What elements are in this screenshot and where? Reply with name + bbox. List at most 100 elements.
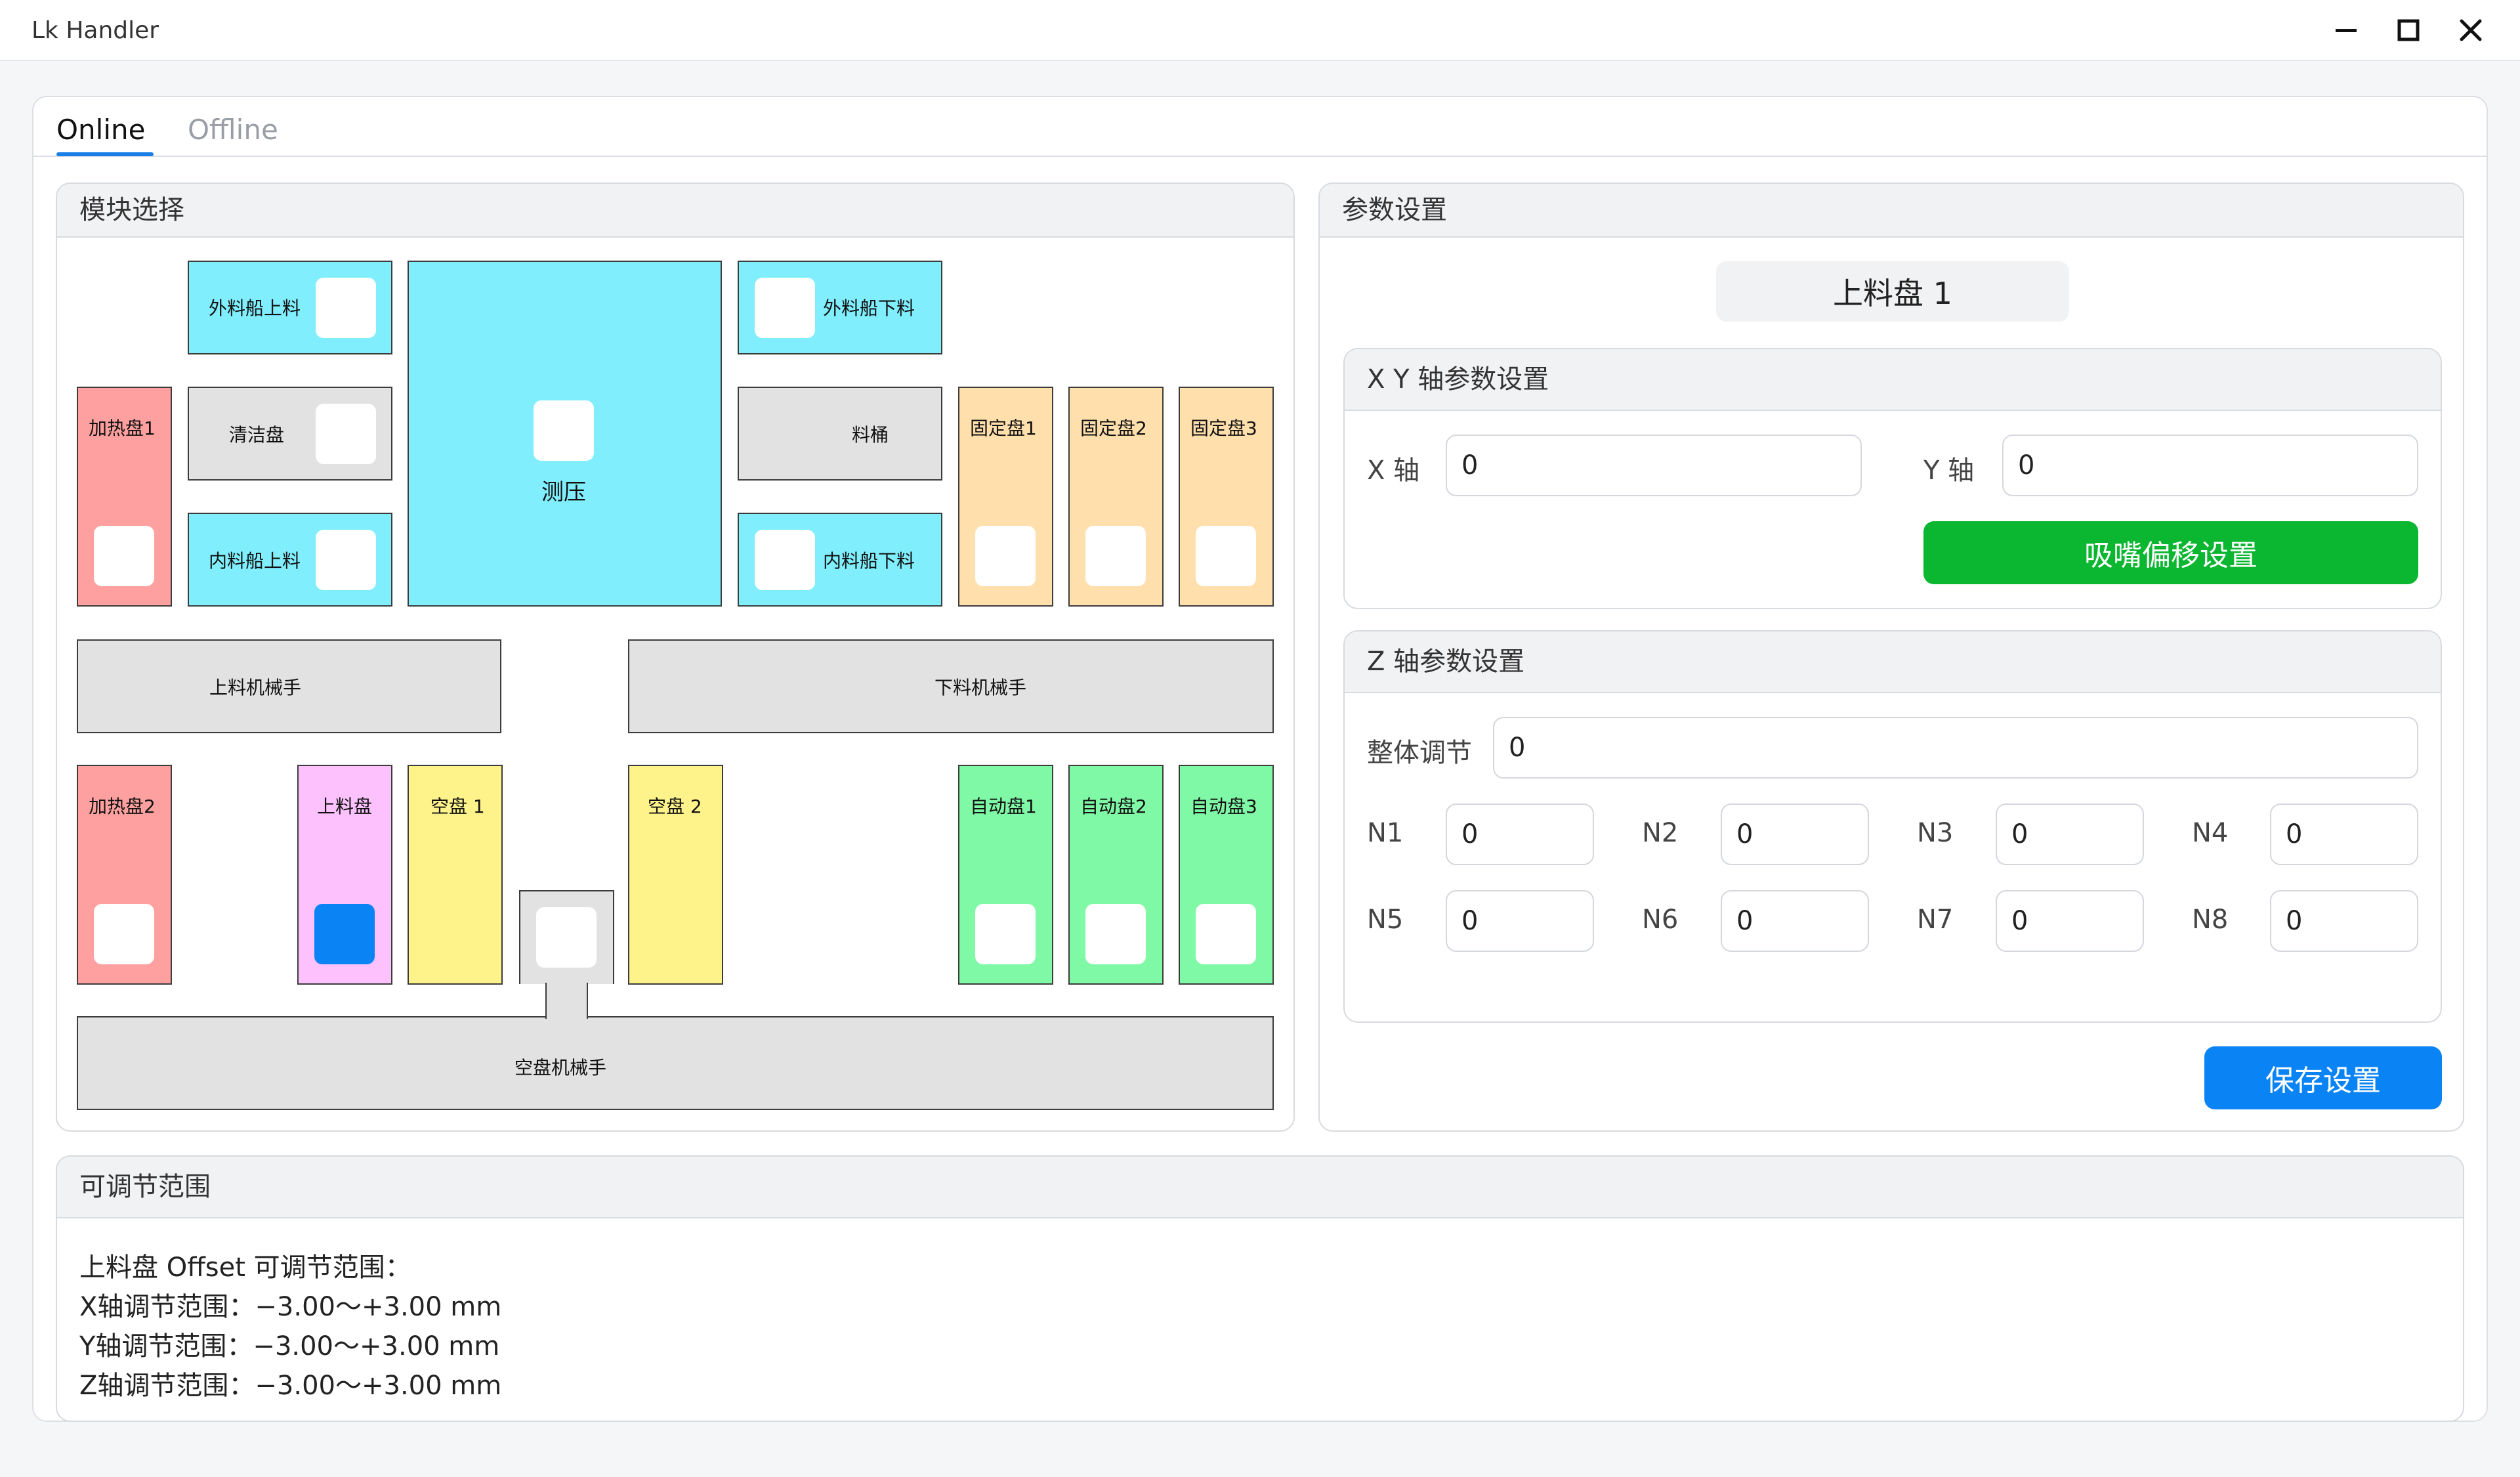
module-slot-selected bbox=[314, 904, 375, 964]
n4-input[interactable] bbox=[2270, 803, 2418, 865]
module-robot-head[interactable] bbox=[519, 890, 614, 984]
overall-adjust-input[interactable] bbox=[1493, 717, 2418, 779]
title-bar: Lk Handler bbox=[0, 0, 2520, 61]
module-label: 上料盘 bbox=[317, 796, 373, 817]
n3-label: N3 bbox=[1917, 818, 1954, 848]
maximize-button[interactable] bbox=[2387, 9, 2429, 51]
module-label: 空盘机械手 bbox=[514, 1057, 607, 1079]
n1-label: N1 bbox=[1367, 818, 1404, 848]
module-heat-tray-2[interactable]: 加热盘2 bbox=[77, 765, 172, 985]
module-empty-tray-1[interactable]: 空盘 1 bbox=[408, 765, 503, 985]
module-slot bbox=[975, 526, 1036, 586]
n6-label: N6 bbox=[1642, 905, 1679, 935]
n2-input[interactable] bbox=[1721, 803, 1869, 865]
tab-online[interactable]: Online bbox=[56, 104, 145, 156]
module-auto-tray-3[interactable]: 自动盘3 bbox=[1179, 765, 1274, 985]
module-slot bbox=[316, 404, 376, 464]
module-select-panel: 模块选择 外料船上料 清洁盘 内料船上料 测压 外料船下料 料桶 内料船下料 加… bbox=[56, 182, 1295, 1132]
n4-label: N4 bbox=[2192, 818, 2229, 848]
module-slot bbox=[1196, 904, 1256, 964]
xy-group-title: X Y 轴参数设置 bbox=[1367, 364, 1549, 395]
param-settings-panel: 参数设置 上料盘 1 X Y 轴参数设置 X 轴 Y 轴 吸嘴偏移设置 Z 轴参… bbox=[1318, 182, 2464, 1132]
module-inner-boat-load[interactable]: 内料船上料 bbox=[188, 513, 392, 607]
param-panel-title: 参数设置 bbox=[1342, 195, 1447, 225]
module-load-robot[interactable]: 上料机械手 bbox=[77, 639, 501, 733]
z-group-title: Z 轴参数设置 bbox=[1367, 647, 1525, 677]
module-slot bbox=[94, 526, 154, 586]
module-outer-boat-load[interactable]: 外料船上料 bbox=[188, 261, 392, 354]
module-outer-boat-unload[interactable]: 外料船下料 bbox=[738, 261, 942, 354]
module-fixed-tray-1[interactable]: 固定盘1 bbox=[958, 387, 1053, 607]
tab-divider bbox=[33, 156, 2487, 157]
module-label: 加热盘1 bbox=[89, 417, 156, 439]
z-group-header: Z 轴参数设置 bbox=[1345, 631, 2441, 693]
app-title: Lk Handler bbox=[32, 17, 159, 44]
range-panel-title: 可调节范围 bbox=[79, 1172, 211, 1202]
module-panel-header: 模块选择 bbox=[57, 184, 1293, 238]
module-label: 固定盘3 bbox=[1190, 417, 1257, 439]
x-axis-input[interactable] bbox=[1446, 435, 1862, 496]
module-slot bbox=[1085, 904, 1146, 964]
module-unload-robot[interactable]: 下料机械手 bbox=[628, 639, 1274, 733]
xy-group-header: X Y 轴参数设置 bbox=[1345, 349, 2441, 411]
range-line-y: Y轴调节范围：−3.00～+3.00 mm bbox=[79, 1331, 500, 1361]
module-label: 自动盘1 bbox=[970, 796, 1037, 817]
close-button[interactable] bbox=[2450, 9, 2492, 51]
module-label: 外料船上料 bbox=[209, 297, 301, 319]
range-line-x: X轴调节范围：−3.00～+3.00 mm bbox=[79, 1292, 502, 1322]
module-label: 自动盘3 bbox=[1190, 796, 1257, 817]
y-axis-input[interactable] bbox=[2002, 435, 2418, 496]
module-empty-tray-2[interactable]: 空盘 2 bbox=[628, 765, 723, 985]
tab-offline[interactable]: Offline bbox=[188, 104, 278, 156]
module-empty-tray-robot[interactable]: 空盘机械手 bbox=[77, 1016, 1274, 1110]
module-slot bbox=[316, 530, 376, 590]
module-press-test[interactable]: 测压 bbox=[408, 261, 722, 607]
range-line-header: 上料盘 Offset 可调节范围： bbox=[79, 1252, 411, 1283]
module-fixed-tray-2[interactable]: 固定盘2 bbox=[1068, 387, 1164, 607]
module-inner-boat-unload[interactable]: 内料船下料 bbox=[738, 513, 942, 607]
module-label: 内料船上料 bbox=[209, 550, 301, 572]
module-auto-tray-2[interactable]: 自动盘2 bbox=[1068, 765, 1164, 985]
save-settings-button[interactable]: 保存设置 bbox=[2204, 1046, 2442, 1109]
module-label: 加热盘2 bbox=[89, 796, 156, 817]
n8-input[interactable] bbox=[2270, 890, 2418, 952]
n2-label: N2 bbox=[1642, 818, 1679, 848]
minimize-button[interactable] bbox=[2325, 9, 2367, 51]
n3-input[interactable] bbox=[1996, 803, 2144, 865]
n7-input[interactable] bbox=[1996, 890, 2144, 952]
module-fixed-tray-3[interactable]: 固定盘3 bbox=[1179, 387, 1274, 607]
robot-neck bbox=[545, 983, 588, 1019]
module-panel-title: 模块选择 bbox=[79, 195, 184, 225]
module-slot bbox=[94, 904, 154, 964]
x-axis-label: X 轴 bbox=[1367, 456, 1420, 486]
module-load-tray[interactable]: 上料盘 bbox=[297, 765, 392, 985]
module-label: 内料船下料 bbox=[823, 550, 915, 572]
z-axis-group: Z 轴参数设置 整体调节 N1 N2 N3 N4 N5 N6 N7 N8 bbox=[1343, 630, 2442, 1023]
current-module-label: 上料盘 1 bbox=[1716, 261, 2069, 322]
active-tab-indicator bbox=[56, 152, 154, 156]
module-label: 空盘 2 bbox=[648, 796, 702, 817]
nozzle-offset-button[interactable]: 吸嘴偏移设置 bbox=[1923, 521, 2418, 584]
module-bin[interactable]: 料桶 bbox=[738, 387, 942, 481]
module-heat-tray-1[interactable]: 加热盘1 bbox=[77, 387, 172, 607]
module-slot bbox=[1085, 526, 1146, 586]
module-label: 空盘 1 bbox=[430, 796, 485, 817]
n6-input[interactable] bbox=[1721, 890, 1869, 952]
n7-label: N7 bbox=[1917, 905, 1954, 935]
range-panel-header: 可调节范围 bbox=[57, 1157, 2463, 1218]
n5-input[interactable] bbox=[1446, 890, 1594, 952]
module-slot bbox=[975, 904, 1036, 964]
module-label: 固定盘1 bbox=[970, 417, 1037, 439]
range-line-z: Z轴调节范围：−3.00～+3.00 mm bbox=[79, 1371, 502, 1401]
module-auto-tray-1[interactable]: 自动盘1 bbox=[958, 765, 1053, 985]
module-label: 上料机械手 bbox=[209, 677, 302, 698]
n1-input[interactable] bbox=[1446, 803, 1594, 865]
module-slot bbox=[755, 530, 815, 590]
module-clean-tray[interactable]: 清洁盘 bbox=[188, 387, 392, 481]
module-label: 自动盘2 bbox=[1080, 796, 1147, 817]
overall-adjust-label: 整体调节 bbox=[1367, 738, 1472, 768]
n8-label: N8 bbox=[2192, 905, 2229, 935]
minimize-icon bbox=[2336, 29, 2357, 32]
y-axis-label: Y 轴 bbox=[1923, 456, 1975, 486]
module-label: 清洁盘 bbox=[229, 424, 285, 446]
